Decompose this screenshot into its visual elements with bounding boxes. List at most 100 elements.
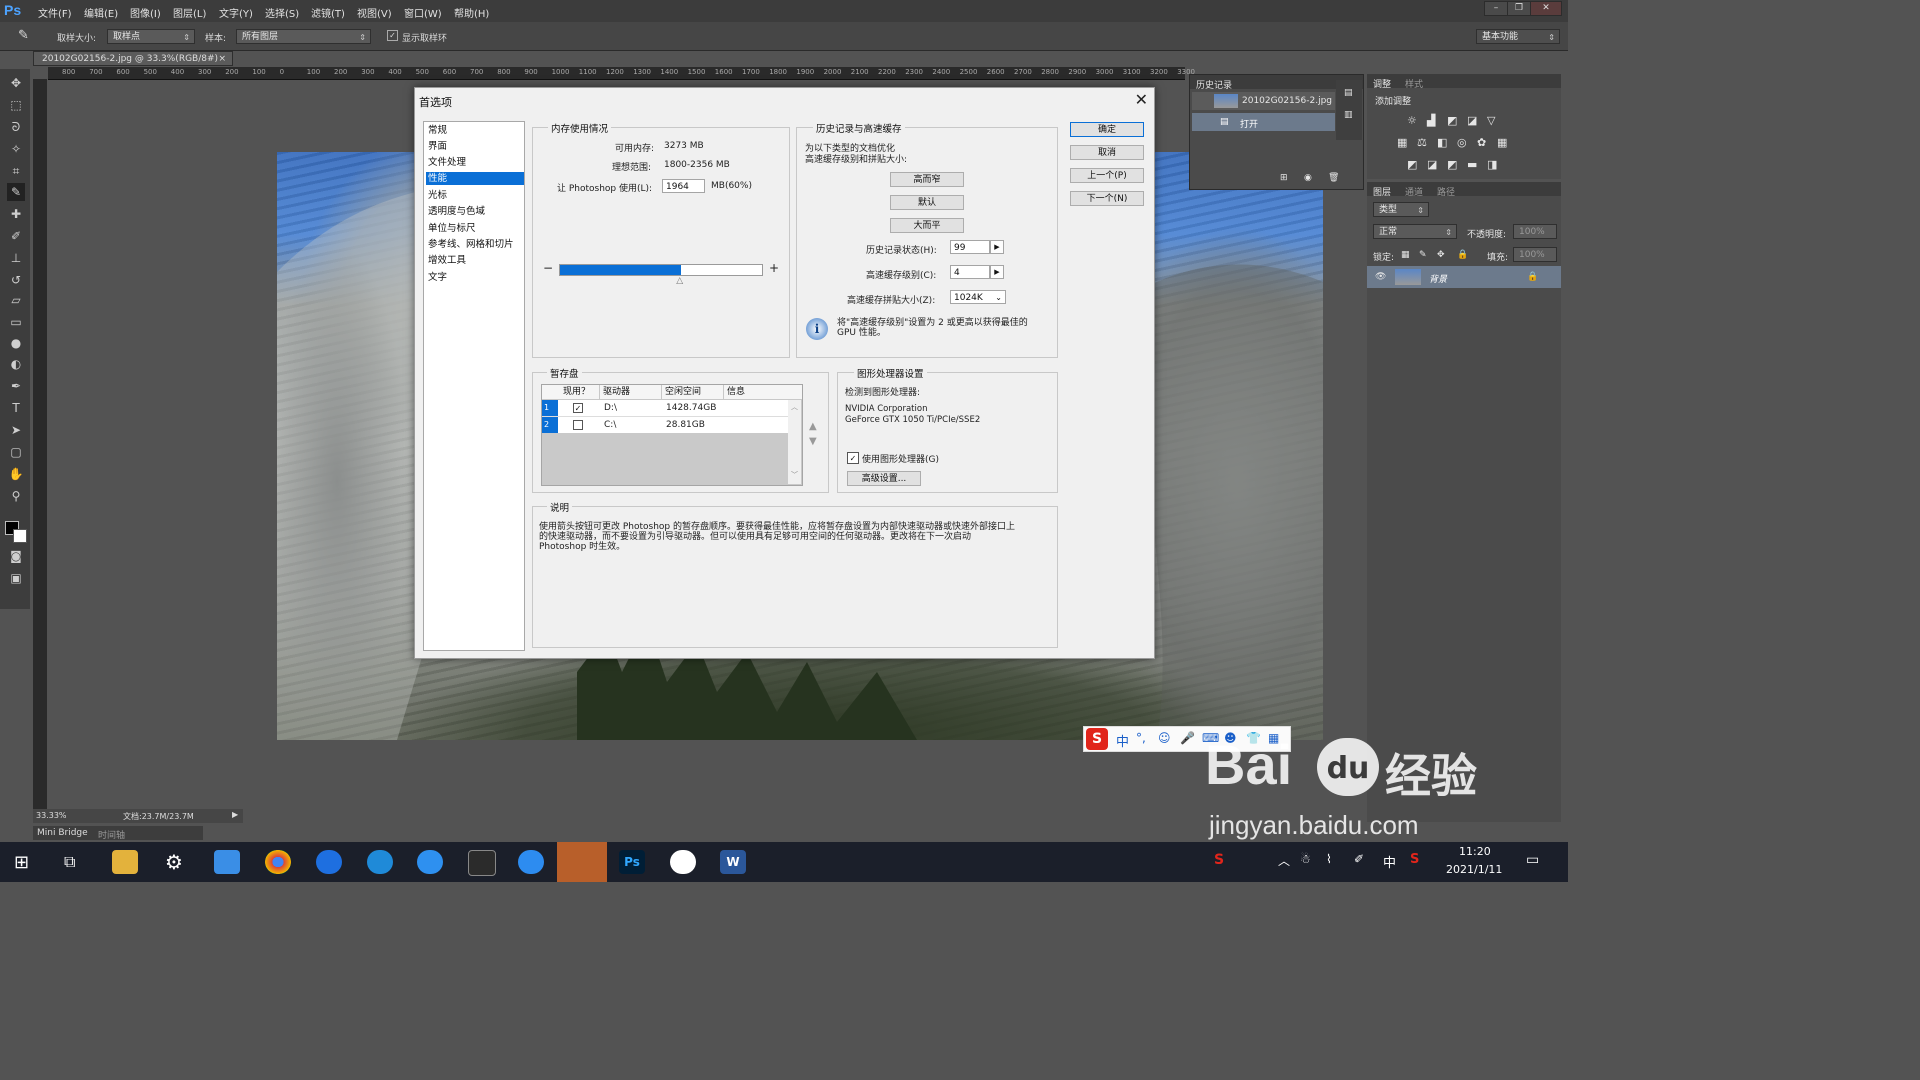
seal-app-icon[interactable]: [557, 842, 607, 882]
nav-guides-grid[interactable]: 参考线、网格和切片: [426, 238, 524, 251]
tile-size-select[interactable]: 1024K ⌄: [950, 290, 1006, 304]
gradient-tool-icon[interactable]: ▭: [7, 313, 25, 331]
new-doc-from-state-icon[interactable]: ⊞: [1280, 173, 1288, 183]
pen-tool-icon[interactable]: ✒: [7, 377, 25, 395]
bw-icon[interactable]: ◧: [1437, 136, 1447, 149]
l-app-icon[interactable]: [316, 850, 342, 874]
tab-timeline[interactable]: 时间轴: [98, 828, 125, 841]
big-flat-button[interactable]: 大而平: [890, 218, 964, 233]
hand-tool-icon[interactable]: ✋: [7, 465, 25, 483]
layer-row-background[interactable]: 👁 背景 🔒: [1367, 266, 1561, 288]
lightning-app-icon[interactable]: [518, 850, 544, 874]
blend-mode-select[interactable]: 正常 ⇕: [1373, 224, 1457, 239]
lasso-tool-icon[interactable]: ᘐ: [7, 118, 25, 136]
trash-icon[interactable]: 🗑: [1328, 173, 1339, 183]
history-step[interactable]: ▤ 打开: [1192, 113, 1335, 131]
clock-date[interactable]: 2021/1/11: [1446, 863, 1502, 876]
tab-adjustments[interactable]: 调整: [1373, 77, 1391, 90]
shape-tool-icon[interactable]: ▢: [7, 443, 25, 461]
eraser-tool-icon[interactable]: ▱: [7, 291, 25, 309]
col-free-space[interactable]: 空闲空间: [662, 385, 724, 399]
pen-tray-icon[interactable]: ✐: [1354, 852, 1364, 866]
nav-performance[interactable]: 性能: [426, 172, 524, 185]
opacity-input[interactable]: 100%: [1513, 224, 1557, 239]
network-icon[interactable]: ⌇: [1326, 852, 1332, 866]
cache-levels-spin-icon[interactable]: ▶: [990, 265, 1004, 279]
menu-file[interactable]: 文件(F): [38, 5, 72, 20]
workspace-select[interactable]: 基本功能 ⇕: [1476, 29, 1560, 44]
dodge-tool-icon[interactable]: ◐: [7, 355, 25, 373]
prev-button[interactable]: 上一个(P): [1070, 168, 1144, 183]
ime-lang[interactable]: 中: [1116, 731, 1129, 750]
windows-start-icon[interactable]: ⊞: [14, 852, 29, 873]
chrome-icon[interactable]: [265, 850, 291, 874]
scratch-row-1[interactable]: 1 ✓ D:\ 1428.74GB: [542, 400, 788, 417]
history-panel-icon[interactable]: ▤: [1344, 88, 1353, 98]
lock-position-icon[interactable]: ✥: [1437, 250, 1445, 260]
history-snapshot[interactable]: 20102G02156-2.jpg: [1192, 92, 1335, 110]
scratch-active-checkbox-1[interactable]: ✓: [573, 403, 583, 413]
levels-icon[interactable]: ▟: [1427, 114, 1435, 127]
default-button[interactable]: 默认: [890, 195, 964, 210]
show-ring-checkbox[interactable]: ✓: [387, 30, 398, 41]
color-balance-icon[interactable]: ⚖: [1417, 136, 1427, 149]
memory-slider-thumb[interactable]: △: [676, 276, 683, 286]
decrease-icon[interactable]: −: [543, 261, 553, 275]
history-tab[interactable]: 历史记录: [1196, 78, 1232, 91]
tab-close-icon[interactable]: ×: [218, 52, 226, 67]
tab-mini-bridge[interactable]: Mini Bridge: [37, 828, 88, 838]
history-states-spin-icon[interactable]: ▶: [990, 240, 1004, 254]
sogou-tray-icon[interactable]: S: [1214, 852, 1224, 868]
scroll-down-icon[interactable]: ﹀: [791, 470, 798, 480]
photo-filter-icon[interactable]: ◎: [1457, 136, 1467, 149]
menu-help[interactable]: 帮助(H): [454, 5, 489, 20]
ie-icon[interactable]: [367, 850, 393, 874]
lock-transparent-icon[interactable]: ▦: [1401, 250, 1410, 260]
cancel-button[interactable]: 取消: [1070, 145, 1144, 160]
history-states-input[interactable]: 99: [950, 240, 990, 254]
memory-use-input[interactable]: 1964: [662, 179, 705, 193]
background-color-swatch[interactable]: [13, 529, 27, 543]
eyedropper-tool-icon[interactable]: ✎: [7, 183, 25, 201]
channel-mixer-icon[interactable]: ✿: [1477, 136, 1486, 149]
tab-layers[interactable]: 图层: [1373, 185, 1391, 198]
stamp-tool-icon[interactable]: ⊥: [7, 249, 25, 267]
qq-tray-icon[interactable]: ☃: [1300, 852, 1311, 866]
scroll-up-icon[interactable]: ︿: [791, 402, 798, 412]
tall-thin-button[interactable]: 高而窄: [890, 172, 964, 187]
tray-expand-icon[interactable]: ︿: [1278, 852, 1290, 869]
properties-panel-icon[interactable]: ▥: [1344, 110, 1353, 120]
advanced-settings-button[interactable]: 高级设置...: [847, 471, 921, 486]
eyedropper-icon[interactable]: ✎: [18, 28, 29, 43]
invert-icon[interactable]: ◩: [1407, 158, 1417, 171]
status-arrow-icon[interactable]: ▶: [232, 810, 238, 819]
menu-type[interactable]: 文字(Y): [219, 5, 253, 20]
ok-button[interactable]: 确定: [1070, 122, 1144, 137]
notification-icon[interactable]: ▭: [1526, 852, 1539, 868]
nav-type[interactable]: 文字: [426, 271, 524, 284]
brush-tool-icon[interactable]: ✐: [7, 227, 25, 245]
posterize-icon[interactable]: ◪: [1427, 158, 1437, 171]
exposure-icon[interactable]: ◪: [1467, 114, 1477, 127]
nav-general[interactable]: 常规: [426, 124, 524, 137]
color-lookup-icon[interactable]: ▦: [1497, 136, 1507, 149]
nav-cursors[interactable]: 光标: [426, 189, 524, 202]
nav-units-rulers[interactable]: 单位与标尺: [426, 222, 524, 235]
move-down-icon[interactable]: ▼: [809, 436, 817, 447]
selective-color-icon[interactable]: ◨: [1487, 158, 1497, 171]
zoom-tool-icon[interactable]: ⚲: [7, 487, 25, 505]
nav-interface[interactable]: 界面: [426, 140, 524, 153]
sogou-logo-icon[interactable]: S: [1086, 728, 1108, 750]
qq-browser-icon[interactable]: [417, 850, 443, 874]
store-icon[interactable]: [468, 850, 496, 876]
photos-icon[interactable]: [214, 850, 240, 874]
healing-brush-icon[interactable]: ✚: [7, 205, 25, 223]
increase-icon[interactable]: +: [769, 261, 779, 275]
voice-icon[interactable]: 🎤: [1180, 731, 1195, 745]
close-window-icon[interactable]: ✕: [1530, 1, 1562, 16]
document-tab[interactable]: 20102G02156-2.jpg @ 33.3%(RGB/8#) ×: [33, 51, 233, 66]
next-button[interactable]: 下一个(N): [1070, 191, 1144, 206]
history-brush-icon[interactable]: ↺: [7, 271, 25, 289]
word-icon[interactable]: W: [720, 850, 746, 874]
vibrance-icon[interactable]: ▽: [1487, 114, 1495, 127]
